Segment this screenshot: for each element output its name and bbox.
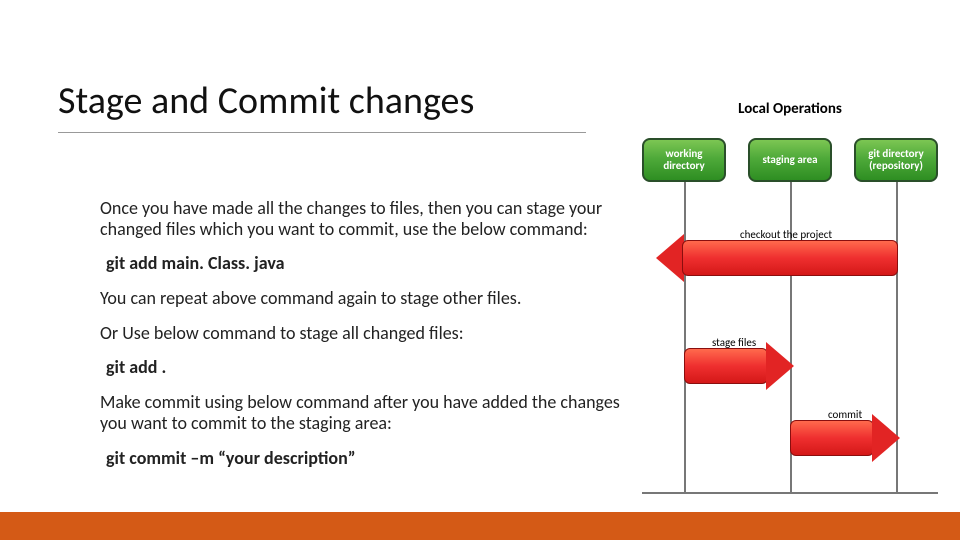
slide: Stage and Commit changes Once you have m… xyxy=(0,0,960,540)
body-text: Once you have made all the changes to fi… xyxy=(100,198,625,482)
arrow-head-icon xyxy=(872,414,900,462)
timeline-working xyxy=(684,182,686,492)
box-git-directory: git directory (repository) xyxy=(854,138,938,182)
box-label: staging area xyxy=(762,154,817,166)
command: git add . xyxy=(106,357,625,378)
box-staging-area: staging area xyxy=(748,138,832,182)
command: git add main. Class. java xyxy=(106,253,625,274)
paragraph: Or Use below command to stage all change… xyxy=(100,323,625,344)
arrow-checkout xyxy=(656,240,898,276)
arrow-label-stage: stage files xyxy=(712,336,756,349)
arrow-label-commit: commit xyxy=(828,408,862,421)
footer-accent-bar xyxy=(0,512,960,540)
arrow-body xyxy=(684,348,768,384)
diagram-title: Local Operations xyxy=(638,100,942,118)
box-working-directory: working directory xyxy=(642,138,726,182)
arrow-head-icon xyxy=(766,342,794,390)
diagram-local-operations: Local Operations working directory stagi… xyxy=(638,100,942,500)
title-underline xyxy=(58,132,586,133)
command: git commit –m “your description” xyxy=(106,448,625,469)
box-label: working directory xyxy=(648,148,720,171)
arrow-stage xyxy=(684,348,794,384)
arrow-body xyxy=(682,240,898,276)
box-label: git directory (repository) xyxy=(860,148,932,171)
paragraph: Make commit using below command after yo… xyxy=(100,392,625,433)
arrow-head-icon xyxy=(656,234,684,282)
timeline-base xyxy=(642,492,938,494)
paragraph: Once you have made all the changes to fi… xyxy=(100,198,625,239)
slide-title: Stage and Commit changes xyxy=(58,78,474,124)
arrow-body xyxy=(790,420,874,456)
arrow-commit xyxy=(790,420,900,456)
paragraph: You can repeat above command again to st… xyxy=(100,288,625,309)
arrow-label-checkout: checkout the project xyxy=(740,228,832,241)
